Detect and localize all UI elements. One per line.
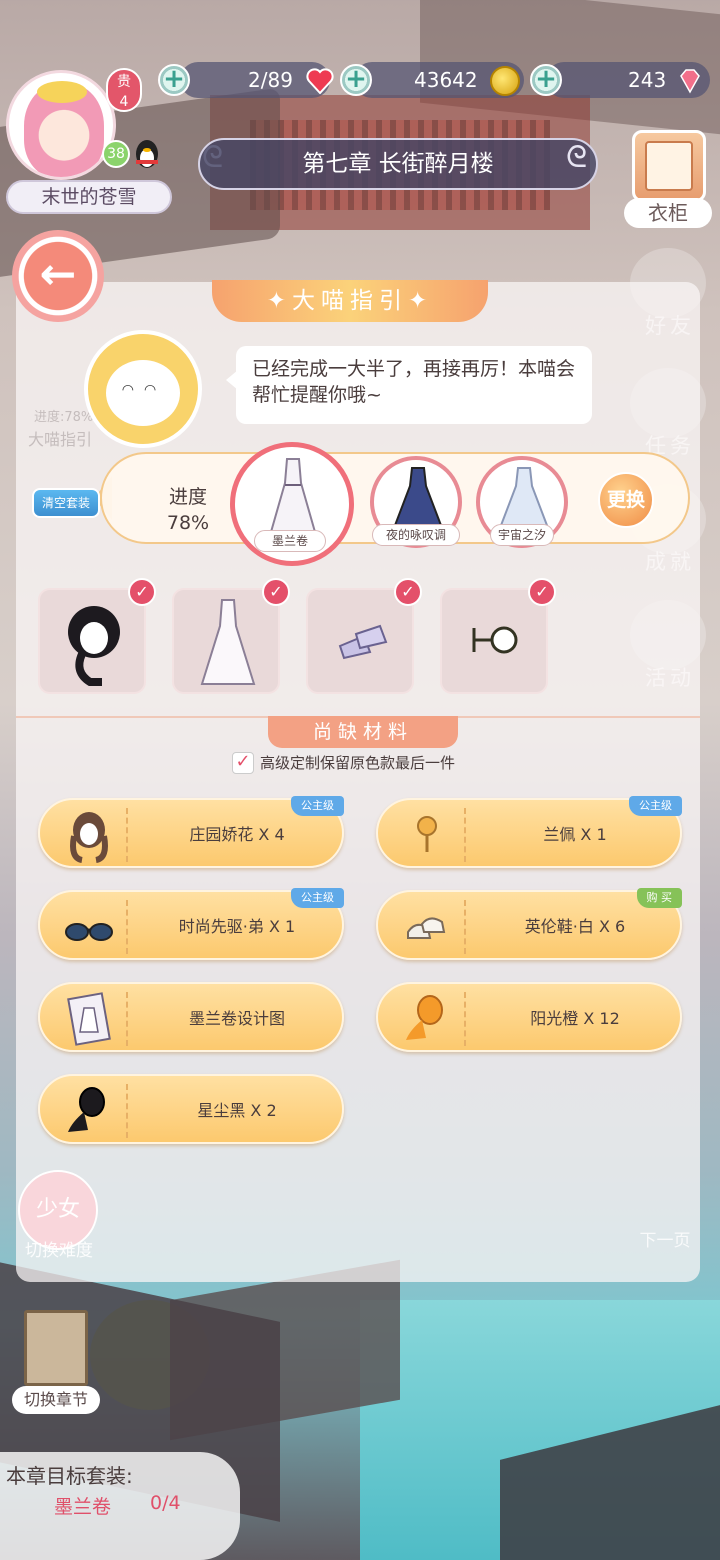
swirl-ornament-icon: ᘓ [566, 140, 588, 175]
wardrobe-button[interactable]: 衣柜 [624, 198, 712, 228]
material-button[interactable]: 时尚先驱·弟 X 1 公主级 [38, 888, 344, 960]
wardrobe-icon[interactable] [632, 130, 706, 202]
progress-label: 进度 [168, 486, 207, 508]
material-button[interactable]: 星尘黑 X 2 [38, 1074, 344, 1144]
cat-eyes-icon: ◠◠ [121, 382, 167, 398]
switch-chapter-button[interactable]: 切换章节 [12, 1386, 100, 1414]
pendant-icon [417, 816, 437, 852]
hairstyle-icon [68, 606, 120, 686]
material-label: 墨兰卷设计图 [188, 1009, 285, 1028]
target-title: 本章目标套装: [6, 1464, 133, 1488]
chapter-book-icon[interactable] [24, 1310, 88, 1386]
avatar-hat [37, 81, 87, 103]
keep-original-checkbox[interactable]: ✓ [232, 752, 254, 774]
material-label: 星尘黑 X 2 [197, 1101, 277, 1120]
item-slot-hair[interactable] [38, 588, 146, 694]
player-name: 末世的苍雪 [6, 180, 172, 214]
ghost-progress-text: 进度:78% [34, 410, 94, 425]
coin-value: 43642 [414, 68, 478, 92]
switch-suit-button[interactable]: 更换 [598, 472, 654, 528]
difficulty-label: 切换难度 [25, 1241, 93, 1261]
target-suit-count: 0/4 [150, 1492, 181, 1514]
add-diamonds-button[interactable]: + [530, 64, 562, 96]
curly-hair-icon [70, 812, 108, 863]
shoes-icon [407, 917, 446, 939]
material-tag: 公主级 [629, 796, 682, 816]
owned-check-icon: ✓ [394, 578, 422, 606]
suit-name: 宇宙之汐 [490, 524, 554, 546]
level-badge: 38 [102, 140, 130, 168]
buy-tag[interactable]: 购 买 [636, 888, 682, 908]
owned-check-icon: ✓ [528, 578, 556, 606]
orange-dye-icon [406, 995, 443, 1040]
gown-icon [200, 599, 256, 685]
progress-value: 78% [166, 512, 210, 534]
vip-level: 4 [119, 94, 129, 110]
suit-name: 夜的咏叹调 [372, 524, 460, 546]
target-suit-name: 墨兰卷 [54, 1496, 112, 1518]
clear-suit-button[interactable]: 清空套装 [32, 488, 100, 518]
add-stamina-button[interactable]: + [158, 64, 190, 96]
back-arrow-icon: ← [39, 249, 77, 300]
missing-materials-title: 尚缺材料 [268, 716, 458, 748]
material-button[interactable]: 墨兰卷设计图 [38, 982, 344, 1052]
heart-icon [306, 68, 334, 94]
suit-name: 墨兰卷 [254, 530, 326, 552]
coin-icon [490, 66, 520, 96]
add-coins-button[interactable]: + [340, 64, 372, 96]
material-label: 阳光橙 X 12 [530, 1009, 620, 1028]
material-tag: 公主级 [291, 796, 344, 816]
diamond-icon [680, 69, 700, 94]
hairpin-icon [472, 626, 518, 654]
material-button[interactable]: 庄园娇花 X 4 公主级 [38, 796, 344, 868]
design-sketch-icon [67, 992, 111, 1046]
panel-title: ✦大喵指引✦ [212, 280, 488, 322]
next-page-button[interactable]: 下一页 [630, 1226, 700, 1251]
material-button[interactable]: 阳光橙 X 12 [376, 982, 682, 1052]
item-slot-shoes[interactable] [306, 588, 414, 694]
item-slot-accessory[interactable] [440, 588, 548, 694]
player-avatar[interactable] [6, 70, 116, 180]
stamina-value: 2/89 [248, 68, 293, 92]
diamond-value: 243 [628, 68, 667, 92]
chapter-title: 第七章 长街醉月楼 [198, 138, 598, 190]
owned-check-icon: ✓ [262, 578, 290, 606]
keep-original-label: 高级定制保留原色款最后一件 [260, 754, 456, 772]
material-button[interactable]: 兰佩 X 1 公主级 [376, 796, 682, 868]
sunglasses-icon [65, 923, 113, 941]
qq-penguin-icon [136, 140, 158, 168]
owned-check-icon: ✓ [128, 578, 156, 606]
material-tag: 公主级 [291, 888, 344, 908]
black-dye-icon [68, 1087, 105, 1132]
ghost-guide-text: 大喵指引 [28, 430, 93, 449]
item-slot-dress[interactable] [172, 588, 280, 694]
heels-icon [338, 624, 388, 660]
guide-message: 已经完成一大半了，再接再厉！本喵会帮忙提醒你哦~ [236, 346, 592, 424]
material-button[interactable]: 英伦鞋·白 X 6 购 买 [376, 888, 682, 960]
vip-label: 贵 [117, 74, 131, 90]
vip-badge[interactable]: 贵 4 [106, 68, 142, 112]
